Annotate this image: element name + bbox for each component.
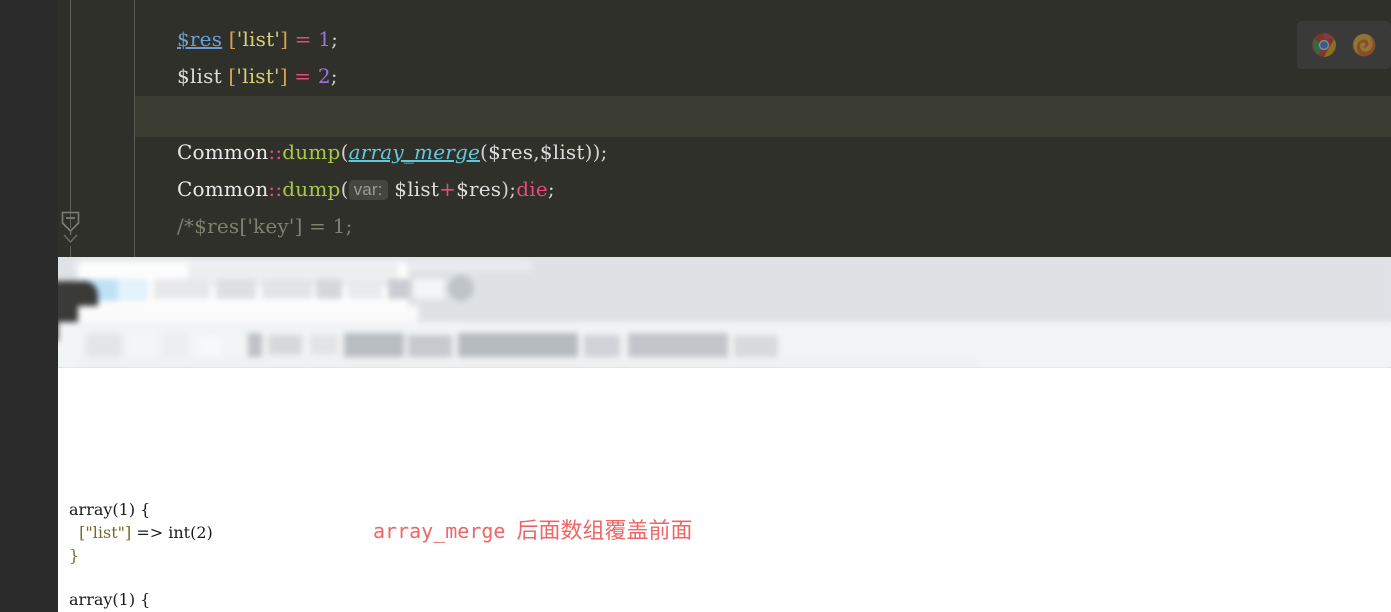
code-line-2[interactable]: $list ['list'] = 2;: [177, 64, 338, 88]
code-token: ;: [331, 27, 339, 51]
code-token: (: [480, 140, 489, 164]
code-token: dump: [282, 140, 341, 164]
caret-line-highlight: [135, 96, 1391, 137]
code-token: Common: [177, 140, 269, 164]
code-line-3[interactable]: Common::dump(array_merge($res,$list));: [177, 140, 608, 164]
code-token: 'list': [236, 64, 280, 88]
code-token: Common: [177, 177, 269, 201]
annotation-1-mono: array_merge: [373, 519, 506, 543]
code-token: var:: [348, 180, 388, 200]
code-line-1[interactable]: $res ['list'] = 1;: [177, 27, 338, 51]
code-token: 'list': [236, 27, 281, 51]
dump-token: =>: [131, 523, 169, 542]
firefox-icon[interactable]: [1351, 32, 1377, 58]
dump-token: array(1) {: [69, 500, 151, 519]
code-token: ::: [268, 177, 283, 201]
code-token: =: [294, 27, 312, 51]
dump-token: }: [69, 546, 80, 565]
annotation-array-merge: array_merge 后面数组覆盖前面: [373, 513, 692, 545]
var-dump-output-2: array(1) { ["list"] => int(2)}: [69, 588, 213, 612]
code-token: ;: [330, 64, 338, 88]
dump-token: [69, 523, 79, 542]
var-dump-output-1: array(1) { ["list"] => int(2)}: [69, 498, 213, 567]
screen: $res ['list'] = 1; $list ['list'] = 2; C…: [0, 0, 1391, 612]
dump-token: int(2): [168, 523, 213, 542]
code-line-5[interactable]: /*$res['key'] = 1;: [177, 214, 353, 238]
code-token: ;: [600, 140, 608, 164]
code-token: /*$res['key'] = 1;: [177, 214, 353, 238]
code-token: ]: [279, 64, 288, 88]
annotation-1-text: 后面数组覆盖前面: [516, 519, 693, 544]
code-token: (: [340, 177, 349, 201]
code-fold-collapse-icon[interactable]: [57, 211, 84, 244]
browser-window[interactable]: array(1) { ["list"] => int(2)} array(1) …: [58, 257, 1391, 612]
dump-token: array(1) {: [69, 590, 151, 609]
code-token: $list: [539, 140, 585, 164]
code-token: $res: [488, 140, 534, 164]
code-token: die: [516, 177, 548, 201]
fold-guide-line: [70, 0, 71, 228]
redacted-chrome-overlay: [58, 257, 1391, 368]
code-token: +: [439, 177, 457, 201]
code-line-4[interactable]: Common::dump(var: $list+$res);die;: [177, 177, 555, 201]
code-token: array_merge: [348, 140, 481, 164]
code-token: ;: [547, 177, 555, 201]
code-token: ]: [280, 27, 289, 51]
page-content: array(1) { ["list"] => int(2)} array(1) …: [58, 368, 1391, 612]
code-token: $list: [394, 177, 440, 201]
open-in-browser-popup[interactable]: [1297, 21, 1391, 69]
code-token: 1: [318, 27, 332, 51]
code-token: )): [584, 140, 601, 164]
code-token: (: [340, 140, 349, 164]
ide-left-strip: [0, 0, 58, 612]
code-token: =: [294, 64, 312, 88]
code-token: dump: [282, 177, 341, 201]
code-token: ::: [268, 140, 283, 164]
editor-left-border: [134, 0, 135, 260]
code-token: 2: [317, 64, 331, 88]
code-token: [: [228, 27, 237, 51]
code-token: $res: [456, 177, 502, 201]
chrome-icon[interactable]: [1311, 32, 1337, 58]
code-token: $res: [177, 27, 223, 51]
code-token: $list: [177, 64, 222, 88]
code-area[interactable]: $res ['list'] = 1; $list ['list'] = 2; C…: [135, 0, 1391, 260]
dump-token: ["list"]: [79, 523, 132, 542]
